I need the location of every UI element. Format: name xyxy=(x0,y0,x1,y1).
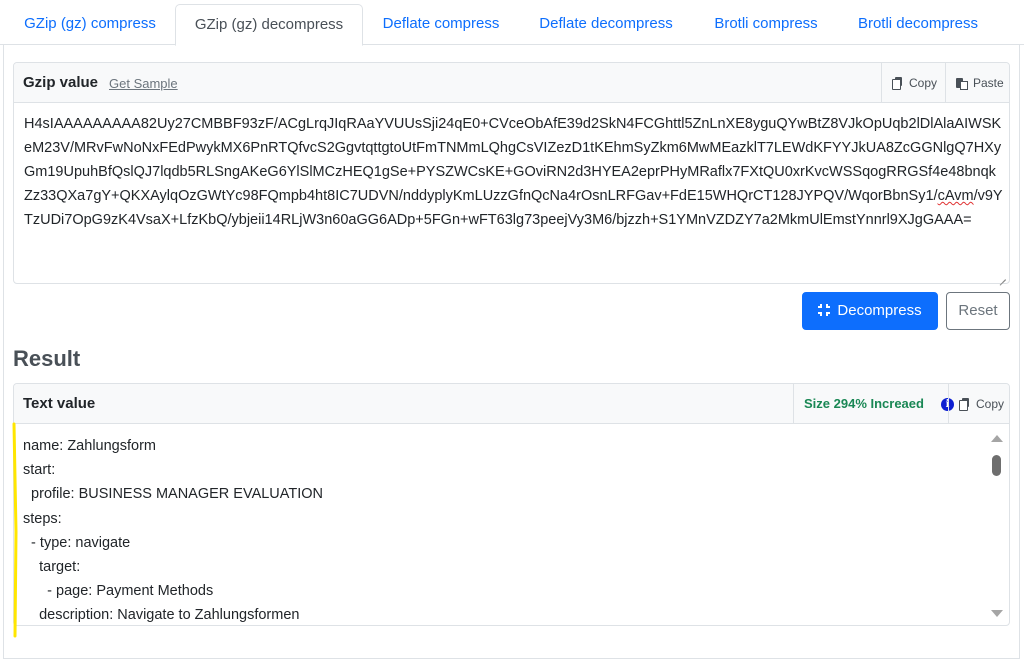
result-line: - page: Payment Methods xyxy=(23,583,214,600)
result-line: - type: navigate xyxy=(23,534,131,551)
result-header: Text value Size 294% Increaed i Copy xyxy=(14,384,1009,424)
paste-icon xyxy=(956,77,968,90)
paste-input-label: Paste xyxy=(973,76,1004,90)
scroll-down-arrow-icon[interactable] xyxy=(991,610,1003,617)
size-info-text: Size 294% Increaed xyxy=(804,396,924,411)
gzip-text-part-1: H4sIAAAAAAAAA82Uy27CMBBF93zF/ACgLrqJIqRA… xyxy=(24,116,1002,204)
copy-result-button[interactable]: Copy xyxy=(948,384,1010,424)
tab-deflate-decompress[interactable]: Deflate decompress xyxy=(524,4,688,45)
result-line: steps: xyxy=(23,510,62,527)
result-line: target: xyxy=(23,559,81,576)
compress-arrows-icon xyxy=(818,304,831,316)
decompress-button[interactable]: Decompress xyxy=(802,292,938,330)
result-textarea[interactable]: name: Zahlungsform start: profile: BUSINE… xyxy=(23,434,983,628)
text-value-label: Text value xyxy=(23,395,96,412)
result-line: description: Navigate to Zahlungsformen xyxy=(23,607,300,624)
textarea-resize-handle[interactable] xyxy=(998,272,1006,280)
tab-gzip-decompress[interactable]: GZip (gz) decompress xyxy=(175,4,363,46)
copy-icon xyxy=(959,398,969,411)
paste-input-button[interactable]: Paste xyxy=(945,63,1010,103)
tab-gzip-compress[interactable]: GZip (gz) compress xyxy=(10,4,170,45)
result-card: Text value Size 294% Increaed i Copy nam… xyxy=(13,383,1010,626)
result-scrollbar[interactable] xyxy=(988,430,1004,622)
tab-bar: GZip (gz) compress GZip (gz) decompress … xyxy=(0,0,1024,46)
gzip-value-label: Gzip value xyxy=(23,74,99,91)
copy-icon xyxy=(892,77,902,90)
gzip-input-header: Gzip value Get Sample Copy Paste xyxy=(14,63,1009,103)
decompress-button-label: Decompress xyxy=(837,302,922,319)
result-line: name: Zahlungsform xyxy=(23,438,156,454)
scroll-up-arrow-icon[interactable] xyxy=(991,435,1003,442)
gzip-input-card: Gzip value Get Sample Copy Paste H4sIAAA… xyxy=(13,62,1010,284)
copy-input-label: Copy xyxy=(909,76,938,90)
copy-result-label: Copy xyxy=(976,397,1005,411)
tab-deflate-compress[interactable]: Deflate compress xyxy=(368,4,514,45)
tab-brotli-compress[interactable]: Brotli compress xyxy=(698,4,834,45)
result-line: start: xyxy=(23,462,56,479)
yellow-highlight-mark xyxy=(12,422,18,638)
copy-input-button[interactable]: Copy xyxy=(881,63,945,103)
size-info-badge: Size 294% Increaed i xyxy=(793,384,962,424)
get-sample-link[interactable]: Get Sample xyxy=(109,63,178,104)
result-heading: Result xyxy=(13,346,81,371)
tab-brotli-decompress[interactable]: Brotli decompress xyxy=(842,4,994,45)
scrollbar-thumb[interactable] xyxy=(992,455,1001,476)
result-line: profile: BUSINESS MANAGER EVALUATION xyxy=(23,486,324,503)
gzip-text-spellcheck-word: cAvm xyxy=(937,188,974,204)
gzip-input-textarea[interactable]: H4sIAAAAAAAAA82Uy27CMBBF93zF/ACgLrqJIqRA… xyxy=(24,112,1004,232)
reset-button[interactable]: Reset xyxy=(946,292,1010,330)
